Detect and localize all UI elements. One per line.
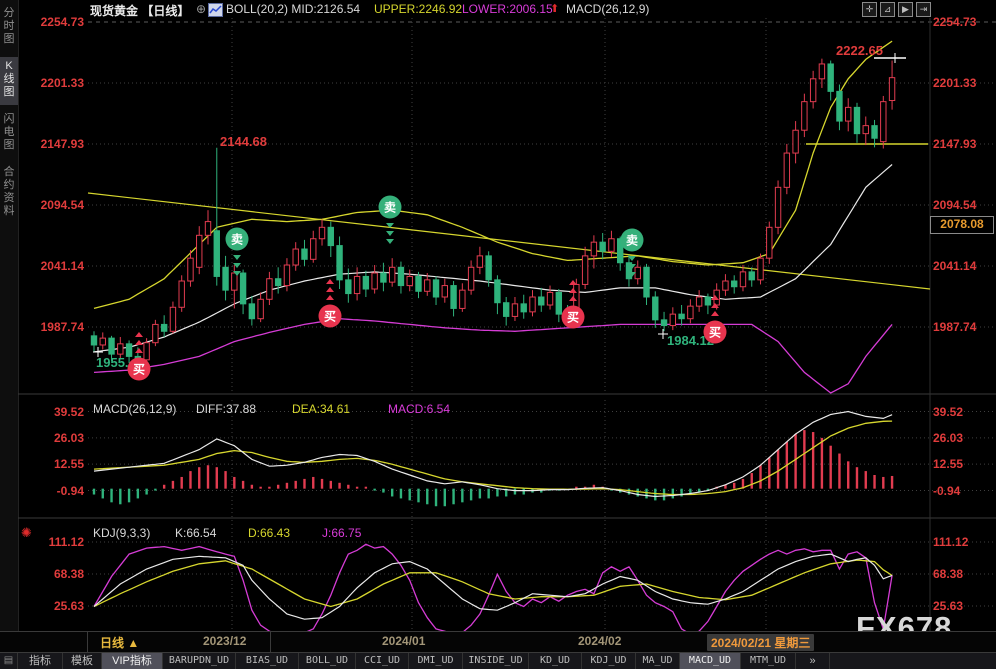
axis-tick-label: 26.03 [53, 430, 84, 445]
tab-inside_ud[interactable]: INSIDE_UD [463, 653, 529, 669]
axis-tick-label: 2254.73 [40, 15, 84, 29]
indicator-tabbar: ▤ 指标 模板 VIP指标 BARUPDN_UD BIAS_UD BOLL_UD CCI_U… [0, 652, 996, 669]
tab-boll_ud[interactable]: BOLL_UD [299, 653, 356, 669]
axis-tick-label: 12.55 [933, 457, 964, 472]
svg-text:买: 买 [709, 326, 721, 340]
axis-tick-label: 111.12 [933, 535, 969, 549]
sell-signal-marker: 卖 [378, 195, 402, 244]
axis-tick-label: 1987.74 [933, 320, 977, 334]
date-label: 2024/01 [382, 634, 426, 648]
axis-tick-label: 2041.14 [933, 258, 977, 273]
axis-tick-label: 2147.93 [933, 137, 977, 151]
tab-vip[interactable]: VIP指标 [102, 653, 163, 669]
tab-barupdn_ud[interactable]: BARUPDN_UD [163, 653, 236, 669]
buy-signal-marker: 买 [318, 279, 342, 328]
axis-tick-label: 68.38 [933, 566, 964, 581]
axis-tick-label: 26.03 [933, 430, 964, 445]
tab-[interactable]: 指标 [18, 653, 63, 669]
svg-text:买: 买 [324, 310, 336, 324]
period-selector[interactable]: 日线 ▲ [100, 634, 139, 651]
axis-tick-label: 2094.54 [933, 197, 977, 212]
date-axis: 日线 ▲ 2024/02/21 星期三 2023/12 2024/01 2024/0… [0, 631, 996, 653]
price-annotation: 2222.65 [836, 43, 883, 58]
svg-text:卖: 卖 [231, 232, 243, 247]
axis-tick-label: 68.38 [53, 566, 84, 581]
tab-kd_ud[interactable]: KD_UD [529, 653, 582, 669]
svg-text:买: 买 [567, 311, 579, 325]
price-annotation: 2144.68 [220, 134, 267, 149]
tab-kdj_ud[interactable]: KDJ_UD [582, 653, 636, 669]
selected-date-badge: 2024/02/21 星期三 [707, 634, 815, 651]
kdj-j-value: J:66.75 [322, 526, 362, 540]
date-separator [87, 632, 88, 653]
kdj-d-value: D:66.43 [248, 526, 291, 540]
date-label: 2023/12 [203, 634, 247, 648]
axis-tick-label: 2147.93 [40, 137, 84, 151]
price-annotation: 1955. [96, 355, 129, 370]
macd-value: MACD:6.54 [388, 402, 451, 416]
macd-dea-value: DEA:34.61 [292, 402, 351, 416]
tab-bias_ud[interactable]: BIAS_UD [236, 653, 299, 669]
tab-ma_ud[interactable]: MA_UD [636, 653, 680, 669]
tab-cci_ud[interactable]: CCI_UD [356, 653, 409, 669]
macd-diff-value: DIFF:37.88 [196, 402, 257, 416]
app-window: 分时图 K线图 闪电图 合约资料 现货黄金 【日线】 ⊕ BOLL(20,2) MID… [0, 0, 996, 669]
date-separator [270, 632, 271, 653]
date-label: 2024/02 [578, 634, 622, 648]
svg-text:买: 买 [133, 363, 145, 377]
axis-tick-label: 39.52 [53, 404, 84, 419]
axis-tick-label: 2254.73 [933, 15, 977, 29]
tab-macd_ud[interactable]: MACD_UD [680, 653, 741, 669]
kdj-panel-title: KDJ(9,3,3) [93, 526, 151, 540]
axis-tick-label: 2094.54 [40, 197, 84, 212]
axis-tick-label: 2201.33 [40, 76, 84, 90]
sell-signal-marker: 卖 [225, 227, 249, 276]
axis-tick-label: 39.52 [933, 404, 964, 419]
current-price-badge: 2078.08 [930, 215, 994, 234]
axis-tick-label: 2201.33 [933, 76, 977, 90]
tab-mtm_ud[interactable]: MTM_UD [741, 653, 796, 669]
tab-menu-icon[interactable]: ▤ [0, 653, 18, 669]
kdj-k-value: K:66.54 [175, 526, 217, 540]
axis-tick-label: 2041.14 [40, 258, 84, 273]
macd-panel-title: MACD(26,12,9) [93, 402, 177, 416]
kdj-sun-icon[interactable]: ✺ [21, 526, 32, 539]
axis-tick-label: -0.94 [56, 483, 84, 498]
axis-tick-label: 1987.74 [40, 320, 84, 334]
tab-dmi_ud[interactable]: DMI_UD [409, 653, 463, 669]
svg-text:卖: 卖 [626, 233, 638, 248]
buy-signal-marker: 买 [561, 280, 585, 329]
axis-tick-label: 25.63 [53, 599, 84, 613]
tab-[interactable]: 模板 [63, 653, 102, 669]
svg-text:卖: 卖 [384, 200, 396, 215]
tab-[interactable]: » [796, 653, 830, 669]
axis-tick-label: -0.94 [933, 483, 961, 498]
axis-tick-label: 12.55 [53, 457, 84, 472]
